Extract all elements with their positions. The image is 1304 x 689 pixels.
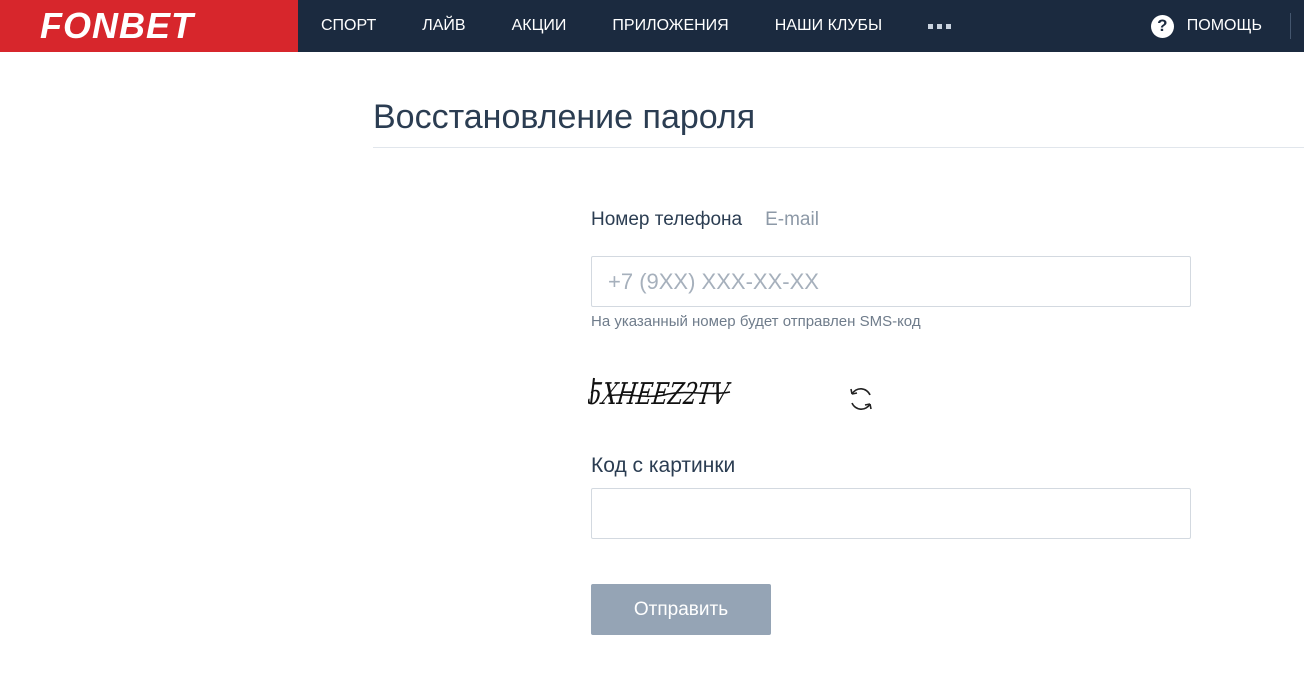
- nav-item-promotions[interactable]: АКЦИИ: [512, 17, 567, 35]
- recovery-method-tabs: Номер телефона E-mail: [591, 209, 819, 231]
- captcha-image: 5XHEEZ2TV: [588, 377, 733, 412]
- captcha-code-label: Код с картинки: [591, 454, 736, 477]
- logo-text: FONBET: [40, 5, 194, 46]
- top-navigation-bar: FONBET СПОРТ ЛАЙВ АКЦИИ ПРИЛОЖЕНИЯ НАШИ …: [0, 0, 1304, 52]
- refresh-icon[interactable]: [845, 383, 877, 415]
- nav-item-apps[interactable]: ПРИЛОЖЕНИЯ: [612, 17, 728, 35]
- nav-item-live[interactable]: ЛАЙВ: [422, 17, 465, 35]
- captcha-code-input[interactable]: [591, 488, 1191, 539]
- tab-phone[interactable]: Номер телефона: [591, 209, 742, 231]
- nav-item-our-clubs[interactable]: НАШИ КЛУБЫ: [775, 17, 882, 35]
- tab-email[interactable]: E-mail: [765, 209, 819, 231]
- question-icon: ?: [1150, 14, 1174, 38]
- page-title: Восстановление пароля: [373, 98, 756, 136]
- main-nav: СПОРТ ЛАЙВ АКЦИИ ПРИЛОЖЕНИЯ НАШИ КЛУБЫ: [298, 0, 955, 52]
- more-dots-icon[interactable]: [928, 23, 955, 29]
- help-label: ПОМОЩЬ: [1186, 17, 1262, 34]
- title-divider: [373, 147, 1304, 148]
- logo[interactable]: FONBET: [0, 0, 298, 52]
- phone-input[interactable]: [591, 256, 1191, 307]
- help-button[interactable]: ? ПОМОЩЬ: [1150, 0, 1262, 52]
- phone-hint: На указанный номер будет отправлен SMS-к…: [591, 313, 921, 330]
- header-divider: [1290, 13, 1291, 39]
- submit-button[interactable]: Отправить: [591, 584, 771, 635]
- captcha-text: 5XHEEZ2TV: [588, 377, 733, 412]
- nav-item-sport[interactable]: СПОРТ: [321, 17, 376, 35]
